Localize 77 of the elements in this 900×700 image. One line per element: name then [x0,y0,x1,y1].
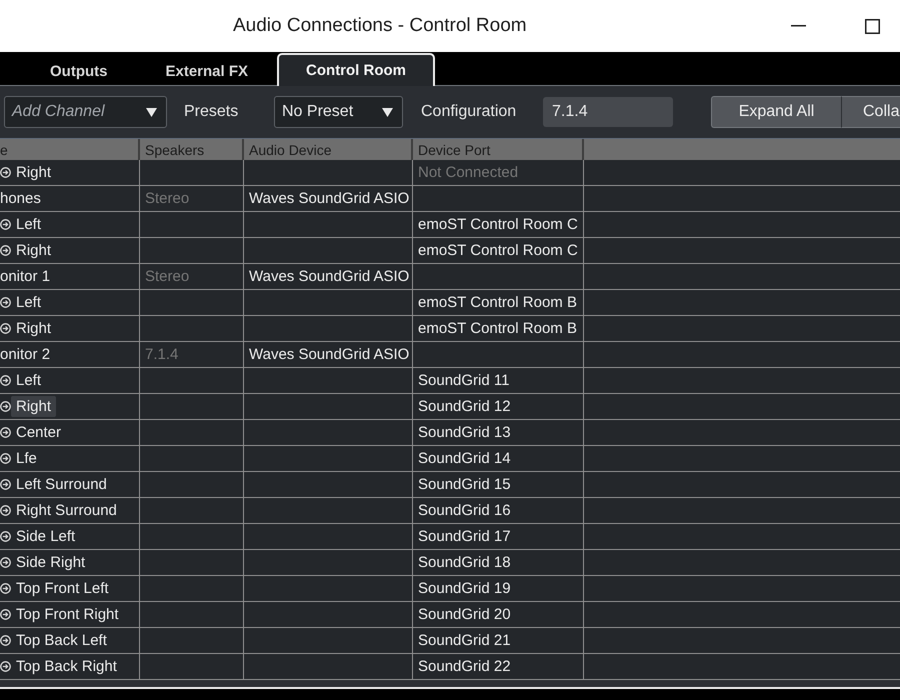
maximize-icon [865,18,880,34]
bus-name[interactable]: hones [0,188,46,209]
circle-arrow-icon [0,401,11,412]
speakers-value: 7.1.4 [145,346,178,363]
channel-name[interactable]: Left [11,370,46,391]
circle-arrow-icon [0,557,11,568]
audio-device-name: Waves SoundGrid ASIO [249,268,410,285]
caret-icon [146,108,157,116]
audio-device-name: Waves SoundGrid ASIO [249,346,410,363]
tab[interactable]: Control Room [277,53,436,86]
device-port-name: emoST Control Room C [418,216,578,233]
channel-name[interactable]: Right [11,318,56,339]
circle-arrow-icon [0,167,11,178]
circle-arrow-icon [0,453,11,464]
circle-arrow-icon [0,609,11,620]
device-port-name: SoundGrid 18 [418,554,511,571]
device-port-name: SoundGrid 12 [418,398,511,415]
caret-icon [382,108,393,116]
circle-arrow-icon [0,479,11,490]
channel-name[interactable]: Right [11,162,56,183]
device-port-name: SoundGrid 13 [418,424,511,441]
channel-name[interactable]: Top Front Right [11,604,124,625]
channel-name[interactable]: Top Front Left [11,578,114,599]
channel-name[interactable]: Side Right [11,552,90,573]
expand-all-button[interactable]: Expand All [711,96,841,128]
device-port-name: SoundGrid 15 [418,476,511,493]
channel-name[interactable]: Center [11,422,66,443]
circle-arrow-icon [0,531,11,542]
circle-arrow-icon [0,219,11,230]
channel-name[interactable]: Right [11,396,56,417]
minimize-icon [791,25,806,27]
device-port-name: emoST Control Room C [418,242,578,259]
channel-name[interactable]: Left [11,292,46,313]
channel-name[interactable]: Right [11,240,56,261]
channel-name[interactable]: Side Left [11,526,80,547]
channel-name[interactable]: Lfe [11,448,42,469]
channel-name[interactable]: Left Surround [11,474,112,495]
maximize-button[interactable] [865,18,880,34]
channel-name[interactable]: Left [11,214,46,235]
device-port-name: SoundGrid 14 [418,450,511,467]
device-port-name: SoundGrid 20 [418,606,511,623]
tab[interactable]: External FX [136,55,278,86]
device-port-name: Not Connected [418,164,518,181]
speakers-value: Stereo [145,268,190,285]
circle-arrow-icon [0,375,11,386]
preset-dropdown[interactable]: No Preset [274,96,403,128]
circle-arrow-icon [0,427,11,438]
circle-arrow-icon [0,297,11,308]
configuration-field[interactable]: 7.1.4 [543,97,673,127]
channel-name[interactable]: Top Back Right [11,656,122,677]
add-channel-dropdown[interactable]: Add Channel [4,96,167,128]
device-port-name: SoundGrid 22 [418,658,511,675]
device-port-name: SoundGrid 16 [418,502,511,519]
device-port-name: SoundGrid 21 [418,632,511,649]
device-port-name: SoundGrid 19 [418,580,511,597]
bus-name[interactable]: onitor 1 [0,266,56,287]
circle-arrow-icon [0,661,11,672]
collapse-button[interactable]: Colla [841,96,900,128]
audio-device-name: Waves SoundGrid ASIO [249,190,410,207]
device-port-name: SoundGrid 11 [418,372,510,389]
channel-name[interactable]: Top Back Left [11,630,112,651]
speakers-value: Stereo [145,190,190,207]
device-port-name: SoundGrid 17 [418,528,511,545]
device-port-name: emoST Control Room B [418,320,577,337]
channel-name[interactable]: Right Surround [11,500,122,521]
minimize-button[interactable] [791,25,806,27]
window-title: Audio Connections - Control Room [233,15,527,37]
presets-label: Presets [184,103,238,121]
circle-arrow-icon [0,323,11,334]
circle-arrow-icon [0,245,11,256]
tab[interactable]: Outputs [21,55,136,86]
circle-arrow-icon [0,505,11,516]
circle-arrow-icon [0,583,11,594]
circle-arrow-icon [0,635,11,646]
device-port-name: emoST Control Room B [418,294,577,311]
bus-name[interactable]: onitor 2 [0,344,56,365]
configuration-label: Configuration [421,103,516,121]
